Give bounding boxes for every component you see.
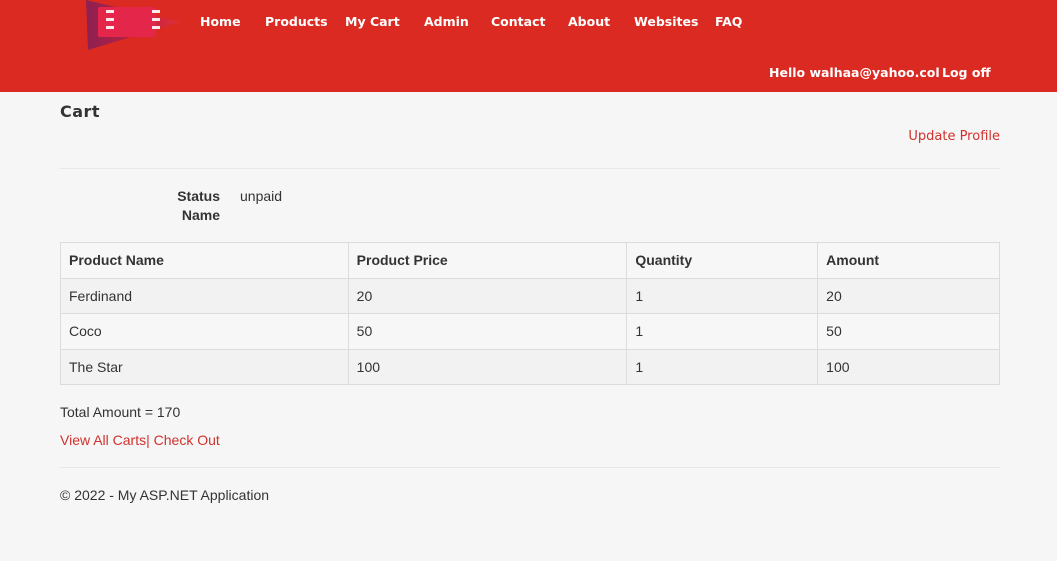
check-out-link[interactable]: Check Out [154,432,220,448]
nav-contact[interactable]: Contact [491,14,545,29]
table-header-row: Product Name Product Price Quantity Amou… [60,242,1000,279]
cell-product-price: 20 [347,277,628,314]
table-row: The Star 100 1 100 [60,348,1000,385]
nav-my-cart[interactable]: My Cart [345,14,400,29]
top-navbar: Home Products My Cart Admin Contact Abou… [0,0,1057,92]
view-all-carts-link[interactable]: View All Carts [60,432,146,448]
header-product-price: Product Price [347,242,628,279]
nav-admin[interactable]: Admin [424,14,469,29]
update-profile-link[interactable]: Update Profile [908,129,1000,144]
status-value: unpaid [240,188,283,204]
nav-products[interactable]: Products [265,14,328,29]
cell-amount: 100 [817,348,1000,385]
nav-about[interactable]: About [568,14,610,29]
cell-product-name: Coco [60,313,349,350]
cell-product-price: 100 [347,348,628,385]
cell-product-name: The Star [60,348,349,385]
cell-quantity: 1 [626,277,819,314]
nav-home[interactable]: Home [200,14,241,29]
status-name-label: Status Name [177,188,220,223]
header-quantity: Quantity [626,242,819,279]
header-amount: Amount [817,242,1000,279]
divider [60,168,1000,169]
cell-product-name: Ferdinand [60,277,349,314]
cell-quantity: 1 [626,313,819,350]
logoff-link[interactable]: Log off [942,65,991,80]
link-separator: | [146,432,150,448]
cell-amount: 20 [817,277,1000,314]
divider [60,467,1000,468]
cell-product-price: 50 [347,313,628,350]
table-row: Coco 50 1 50 [60,313,1000,350]
total-amount: Total Amount = 170 [60,404,181,420]
page-title: Cart [60,102,101,121]
header-product-name: Product Name [60,242,349,279]
logo-icon[interactable] [84,0,180,50]
cell-quantity: 1 [626,348,819,385]
nav-websites[interactable]: Websites [634,14,698,29]
cart-table: Product Name Product Price Quantity Amou… [60,242,1000,385]
footer-text: © 2022 - My ASP.NET Application [60,487,270,503]
table-row: Ferdinand 20 1 20 [60,277,1000,314]
nav-faq[interactable]: FAQ [715,14,742,29]
cell-amount: 50 [817,313,1000,350]
user-greeting-link[interactable]: Hello walhaa@yahoo.col [769,65,940,80]
cart-actions: View All Carts| Check Out [60,432,220,448]
